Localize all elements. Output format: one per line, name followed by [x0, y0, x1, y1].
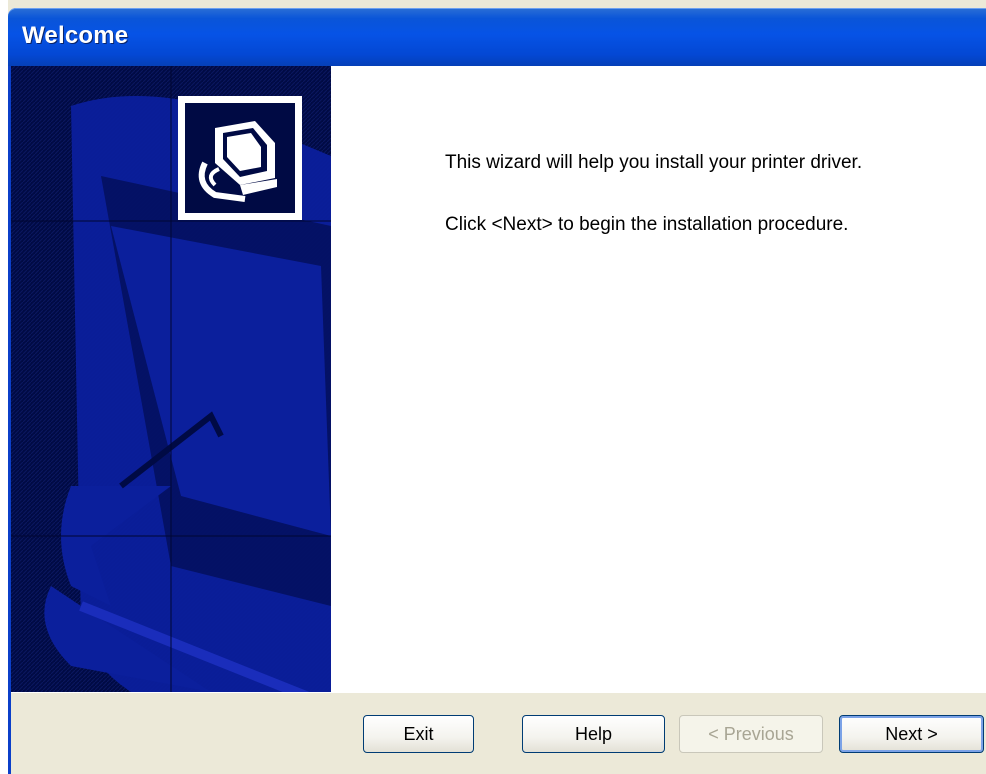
window-edge [0, 0, 8, 774]
printer-setup-icon [178, 96, 302, 220]
wizard-side-banner [11, 66, 331, 692]
title-bar[interactable]: Welcome [8, 8, 986, 66]
help-button[interactable]: Help [522, 715, 665, 753]
exit-button[interactable]: Exit [363, 715, 474, 753]
instruction-text: Click <Next> to begin the installation p… [445, 214, 849, 235]
window-title: Welcome [22, 22, 129, 49]
wizard-content: This wizard will help you install your p… [331, 66, 986, 692]
next-button[interactable]: Next > [839, 715, 984, 753]
button-bar: Exit Help < Previous Next > [11, 692, 986, 774]
wizard-window: Welcome This wizard will help you instal… [0, 0, 986, 774]
previous-button[interactable]: < Previous [679, 715, 823, 753]
intro-text: This wizard will help you install your p… [445, 152, 863, 173]
